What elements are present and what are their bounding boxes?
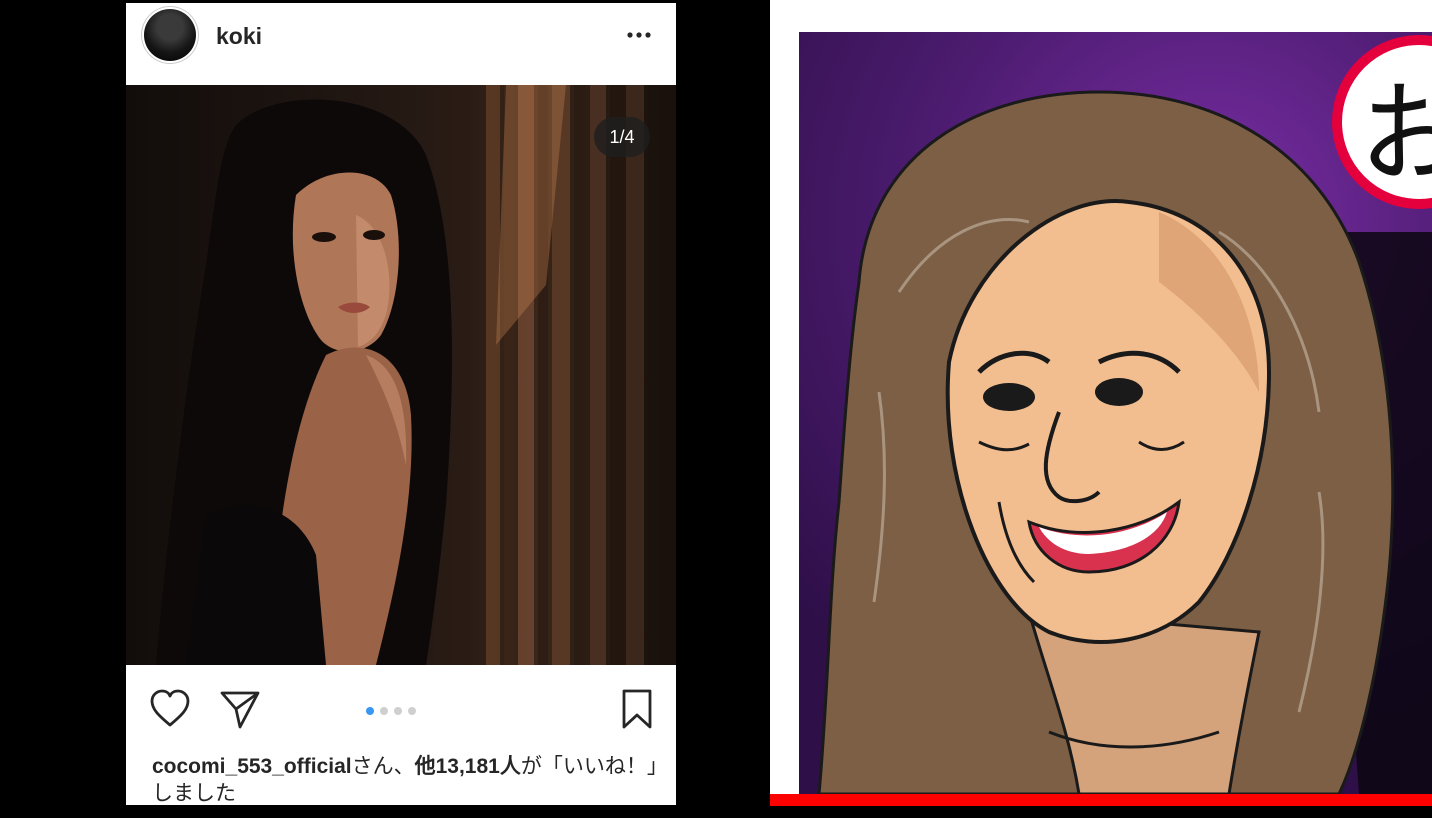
post-header: koki	[126, 3, 676, 85]
carousel-indicator	[366, 702, 446, 716]
likes-count[interactable]: 他13,181人	[415, 755, 521, 778]
likes-username[interactable]: cocomi_553_official	[152, 755, 352, 778]
share-icon[interactable]	[218, 687, 262, 731]
caricature-image: お	[817, 35, 1432, 794]
carousel-dot	[408, 707, 416, 715]
user-avatar[interactable]	[144, 9, 196, 61]
portrait-image	[156, 85, 676, 665]
post-actions	[126, 665, 676, 751]
carousel-dot	[380, 707, 388, 715]
caricature-thumbnail: お	[770, 0, 1432, 818]
more-options-icon[interactable]	[624, 25, 654, 45]
image-counter-badge: 1/4	[594, 117, 650, 157]
caricature-artwork: お	[799, 32, 1432, 794]
corner-badge-character: お	[1359, 70, 1432, 198]
heart-icon[interactable]	[148, 687, 192, 731]
carousel-dot	[394, 707, 402, 715]
bookmark-icon[interactable]	[620, 687, 654, 731]
likes-suffix: さん、	[351, 754, 415, 778]
post-card: koki 1/4 cocomi_553_officialさん、他13,181人が…	[126, 3, 676, 805]
post-photo[interactable]: 1/4	[126, 85, 676, 665]
carousel-dot-active	[366, 707, 374, 715]
post-username[interactable]: koki	[216, 23, 262, 50]
thumbnail-red-bar	[770, 794, 1432, 806]
thumbnail-bottom-band	[770, 806, 1432, 818]
likes-summary: cocomi_553_officialさん、他13,181人が「いいね！」しまし…	[152, 753, 662, 805]
instagram-screenshot: koki 1/4 cocomi_553_officialさん、他13,181人が…	[0, 0, 770, 818]
